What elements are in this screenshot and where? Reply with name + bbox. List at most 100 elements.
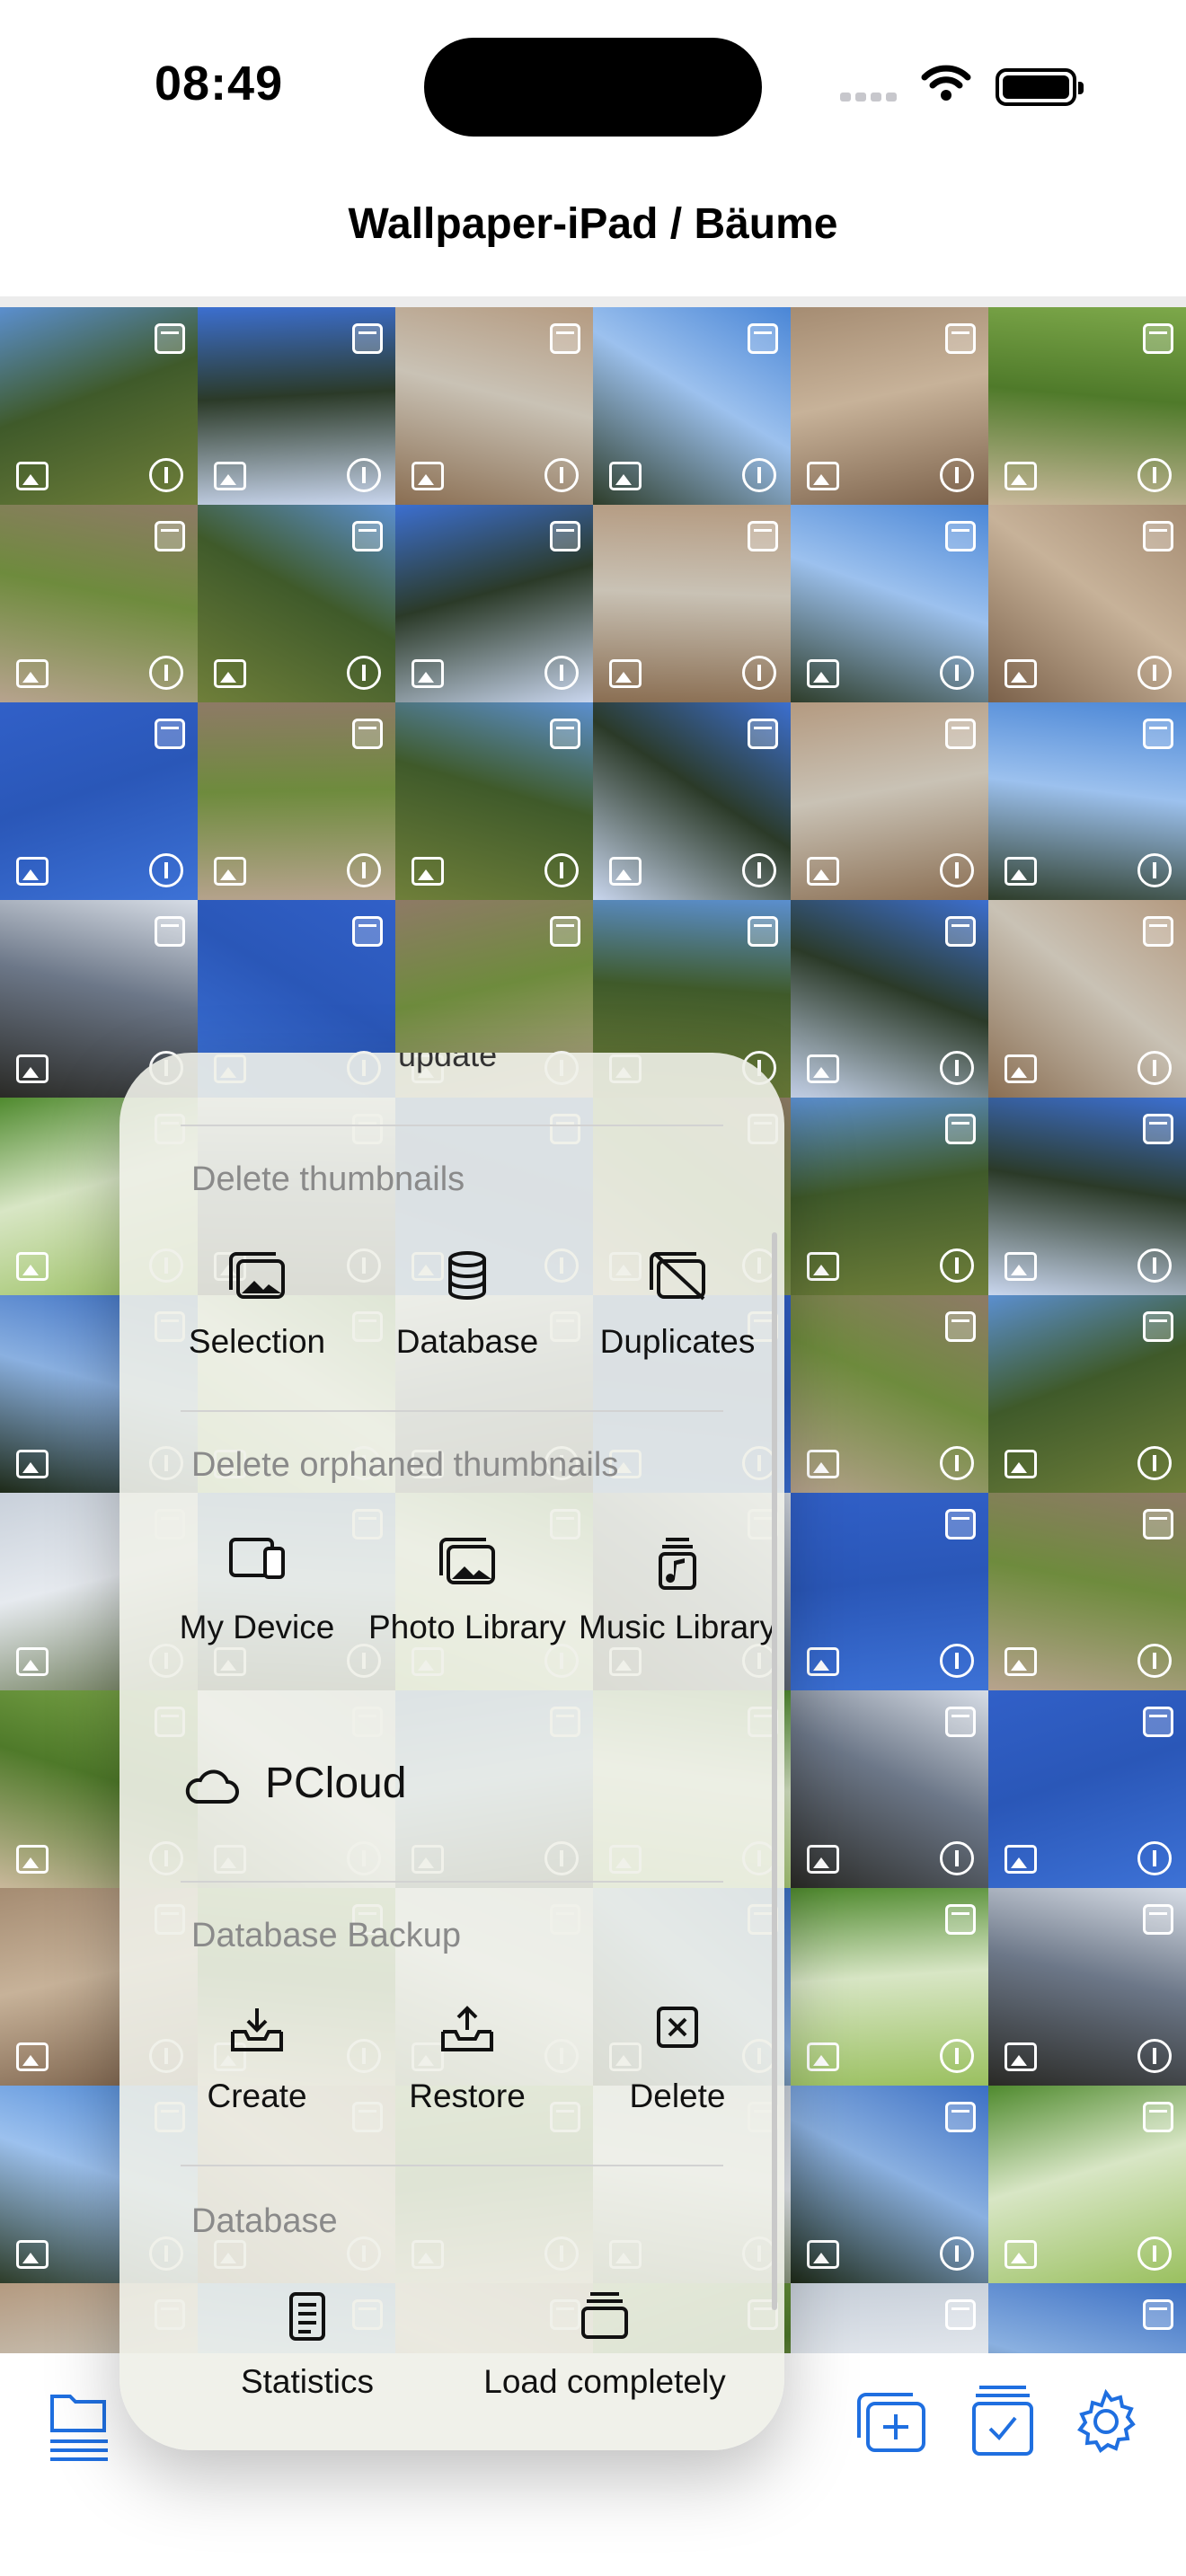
thumbnail-tile[interactable] <box>791 505 988 702</box>
thumbnail-tile[interactable] <box>791 1493 988 1690</box>
thumbnail-tile[interactable] <box>593 505 791 702</box>
info-icon[interactable] <box>1137 1841 1172 1875</box>
thumbnail-tile[interactable] <box>198 702 395 900</box>
menu-item-duplicates[interactable]: Duplicates <box>572 1250 783 1363</box>
info-icon[interactable] <box>940 2236 974 2271</box>
info-icon[interactable] <box>1137 1446 1172 1480</box>
calendar-icon <box>1143 1114 1173 1144</box>
thumbnail-tile[interactable] <box>791 1690 988 1888</box>
thumbnail-tile[interactable] <box>395 505 593 702</box>
nav-divider <box>0 296 1186 307</box>
thumbnail-tile[interactable] <box>791 1098 988 1295</box>
info-icon[interactable] <box>940 1841 974 1875</box>
info-icon[interactable] <box>742 458 776 492</box>
info-icon[interactable] <box>940 1248 974 1283</box>
section-header-delete-orphaned: Delete orphaned thumbnails <box>191 1446 619 1484</box>
thumbnail-tile[interactable] <box>593 702 791 900</box>
menu-item-load-completely[interactable]: Load completely <box>461 2290 748 2404</box>
info-icon[interactable] <box>742 853 776 887</box>
menu-item-my-device[interactable]: My Device <box>152 1536 362 1649</box>
info-icon[interactable] <box>1137 458 1172 492</box>
info-icon[interactable] <box>1137 1051 1172 1085</box>
thumbnail-tile[interactable] <box>791 2283 988 2353</box>
thumbnail-tile[interactable] <box>988 1098 1186 1295</box>
menu-item-create[interactable]: Create <box>152 2005 362 2118</box>
thumbnail-tile[interactable] <box>198 505 395 702</box>
thumbnail-tile[interactable] <box>0 307 198 505</box>
checklist-icon[interactable] <box>970 2384 1035 2462</box>
menu-item-database[interactable]: Database <box>362 1250 572 1363</box>
info-icon[interactable] <box>940 1644 974 1678</box>
menu-item-delete[interactable]: Delete <box>572 2005 783 2118</box>
thumbnail-tile[interactable] <box>791 900 988 1098</box>
gear-icon[interactable] <box>1074 2388 1138 2458</box>
photo-icon <box>1005 1252 1037 1281</box>
info-icon[interactable] <box>1137 1248 1172 1283</box>
info-icon[interactable] <box>347 853 381 887</box>
status-bar: 08:49 <box>0 0 1186 171</box>
thumbnail-tile[interactable] <box>198 307 395 505</box>
info-icon[interactable] <box>544 458 579 492</box>
info-icon[interactable] <box>1137 2236 1172 2271</box>
thumbnail-tile[interactable] <box>988 307 1186 505</box>
thumbnail-tile[interactable] <box>988 900 1186 1098</box>
info-icon[interactable] <box>940 1051 974 1085</box>
info-icon[interactable] <box>544 656 579 690</box>
menu-item-selection[interactable]: Selection <box>152 1250 362 1363</box>
document-icon <box>202 2290 412 2357</box>
menu-divider <box>181 2165 723 2166</box>
photo-icon <box>1005 1845 1037 1874</box>
thumbnail-tile[interactable] <box>988 2283 1186 2353</box>
thumbnail-tile[interactable] <box>0 505 198 702</box>
info-icon[interactable] <box>1137 853 1172 887</box>
thumbnail-tile[interactable] <box>395 307 593 505</box>
thumbnail-tile[interactable] <box>988 1493 1186 1690</box>
menu-item-label: Selection <box>188 1323 326 1360</box>
cloud-icon <box>182 1760 265 1807</box>
menu-item-label: Music Library <box>579 1609 776 1645</box>
folder-list-icon[interactable] <box>47 2387 111 2467</box>
info-icon[interactable] <box>149 458 183 492</box>
thumbnail-tile[interactable] <box>395 702 593 900</box>
info-icon[interactable] <box>1137 656 1172 690</box>
menu-item-pcloud[interactable]: PCloud <box>182 1759 406 1831</box>
thumbnail-tile[interactable] <box>988 2086 1186 2283</box>
info-icon[interactable] <box>149 656 183 690</box>
info-icon[interactable] <box>742 656 776 690</box>
thumbnail-tile[interactable] <box>988 1690 1186 1888</box>
calendar-icon <box>155 916 185 947</box>
info-icon[interactable] <box>1137 2039 1172 2073</box>
calendar-icon <box>155 323 185 354</box>
info-icon[interactable] <box>149 853 183 887</box>
menu-item-music-library[interactable]: Music Library <box>572 1536 783 1649</box>
info-icon[interactable] <box>347 656 381 690</box>
info-icon[interactable] <box>940 853 974 887</box>
menu-scrollbar[interactable] <box>772 1232 777 2310</box>
menu-partial-item[interactable]: update <box>398 1053 497 1074</box>
thumbnail-tile[interactable] <box>988 1888 1186 2086</box>
thumbnail-tile[interactable] <box>988 505 1186 702</box>
calendar-icon <box>550 719 580 749</box>
menu-item-label: Delete <box>629 2078 726 2114</box>
add-stack-icon[interactable] <box>854 2389 929 2462</box>
menu-item-photo-library[interactable]: Photo Library <box>362 1536 572 1649</box>
info-icon[interactable] <box>347 458 381 492</box>
menu-item-restore[interactable]: Restore <box>362 2005 572 2118</box>
thumbnail-tile[interactable] <box>791 702 988 900</box>
thumbnail-tile[interactable] <box>791 2086 988 2283</box>
info-icon[interactable] <box>940 1446 974 1480</box>
thumbnail-tile[interactable] <box>988 702 1186 900</box>
thumbnail-tile[interactable] <box>0 702 198 900</box>
thumbnail-tile[interactable] <box>988 1295 1186 1493</box>
thumbnail-tile[interactable] <box>791 1888 988 2086</box>
info-icon[interactable] <box>940 2039 974 2073</box>
calendar-icon <box>945 323 976 354</box>
thumbnail-tile[interactable] <box>791 307 988 505</box>
info-icon[interactable] <box>1137 1644 1172 1678</box>
info-icon[interactable] <box>940 458 974 492</box>
info-icon[interactable] <box>940 656 974 690</box>
info-icon[interactable] <box>544 853 579 887</box>
menu-item-statistics[interactable]: Statistics <box>202 2290 412 2404</box>
thumbnail-tile[interactable] <box>791 1295 988 1493</box>
thumbnail-tile[interactable] <box>593 307 791 505</box>
